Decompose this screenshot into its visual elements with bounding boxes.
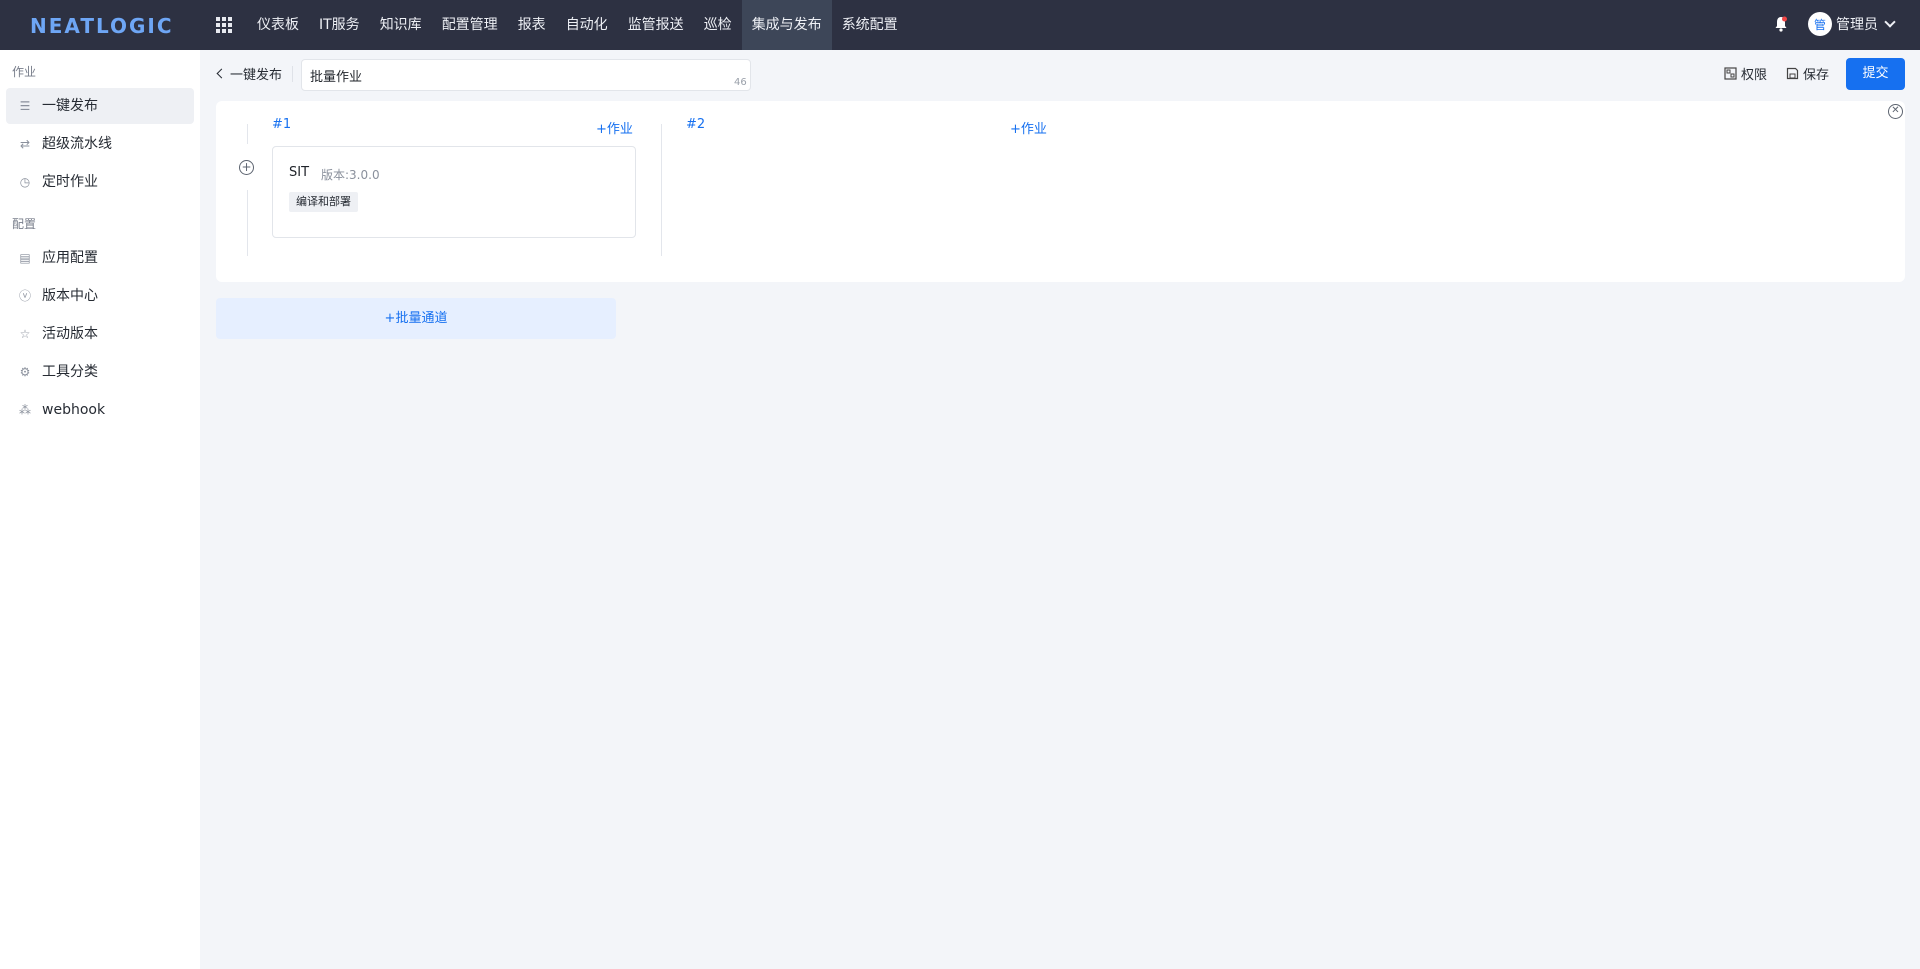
title-char-count: 46 (734, 77, 747, 88)
job-title-input[interactable] (301, 59, 751, 91)
plus-icon: + (384, 311, 396, 326)
nav-item-regulatory[interactable]: 监管报送 (618, 0, 694, 50)
nav-item-automation[interactable]: 自动化 (556, 0, 618, 50)
save-button[interactable]: 保存 (1786, 64, 1829, 83)
sidebar-item-active-version[interactable]: ☆ 活动版本 (6, 316, 194, 352)
sidebar-item-label: 活动版本 (42, 326, 98, 342)
submit-button[interactable]: 提交 (1846, 58, 1905, 90)
save-label: 保存 (1803, 68, 1830, 83)
sidebar-item-label: 工具分类 (42, 364, 98, 380)
close-icon[interactable]: ✕ (1888, 104, 1903, 119)
plus-icon: + (596, 122, 607, 137)
star-icon: ☆ (19, 327, 31, 341)
sidebar-group-jobs: 作业 (12, 65, 37, 79)
nav-item-it-service[interactable]: IT服务 (309, 0, 370, 50)
sidebar-item-webhook[interactable]: ⁂ webhook (6, 392, 194, 428)
nav-item-deploy[interactable]: 集成与发布 (741, 0, 832, 50)
top-navbar: NEATLOGIC 仪表板 IT服务 知识库 配置管理 报表 自动化 监管报送 … (0, 0, 1920, 50)
sidebar-item-version-center[interactable]: ⓥ 版本中心 (6, 278, 194, 314)
nav-item-knowledge[interactable]: 知识库 (370, 0, 432, 50)
save-icon (1786, 67, 1799, 80)
divider (292, 66, 293, 82)
sidebar-item-label: 超级流水线 (42, 136, 112, 152)
avatar: 管 (1808, 12, 1832, 36)
nav-item-inspection[interactable]: 巡检 (694, 0, 742, 50)
sidebar-item-scheduled-job[interactable]: ◷ 定时作业 (6, 164, 194, 200)
webhook-icon: ⁂ (19, 403, 31, 417)
nav-item-system[interactable]: 系统配置 (832, 0, 908, 50)
nav-item-report[interactable]: 报表 (508, 0, 556, 50)
sidebar-group-config: 配置 (12, 217, 37, 231)
back-link[interactable]: 一键发布 (216, 64, 283, 83)
bell-icon[interactable] (1772, 15, 1790, 33)
gear-icon: ⚙ (19, 365, 31, 379)
nav-item-dashboard[interactable]: 仪表板 (247, 0, 309, 50)
add-job-label: 作业 (1020, 122, 1047, 137)
main-nav: 仪表板 IT服务 知识库 配置管理 报表 自动化 监管报送 巡检 集成与发布 系… (247, 0, 908, 50)
chevron-left-icon (216, 68, 227, 79)
user-menu[interactable]: 管 管理员 (1808, 12, 1896, 36)
lane-title-1: #1 (272, 117, 292, 132)
sidebar-item-one-click-release[interactable]: ☰ 一键发布 (6, 88, 194, 124)
job-scenario-tag: 编译和部署 (289, 192, 358, 212)
add-batch-channel-button[interactable]: +批量通道 (216, 298, 616, 339)
add-job-button-lane-1[interactable]: +作业 (596, 118, 633, 137)
sidebar-item-tool-category[interactable]: ⚙ 工具分类 (6, 354, 194, 390)
back-label: 一键发布 (230, 68, 283, 83)
sidebar-item-label: 版本中心 (42, 288, 98, 304)
user-name: 管理员 (1836, 17, 1878, 33)
permission-button[interactable]: 权限 (1724, 64, 1767, 83)
job-card[interactable]: SIT 版本:3.0.0 编译和部署 (272, 146, 636, 238)
sidebar-item-app-config[interactable]: ▤ 应用配置 (6, 240, 194, 276)
lane-divider (661, 124, 662, 256)
sidebar-item-super-pipeline[interactable]: ⇄ 超级流水线 (6, 126, 194, 162)
app-grid-icon[interactable] (216, 17, 232, 33)
add-job-button-lane-2[interactable]: +作业 (1010, 118, 1047, 137)
sidebar-item-label: 定时作业 (42, 174, 98, 190)
document-icon: ▤ (19, 251, 31, 265)
clock-icon: ◷ (19, 175, 31, 189)
permission-label: 权限 (1741, 68, 1768, 83)
version-icon: ⓥ (18, 289, 31, 303)
sidebar-item-label: 一键发布 (42, 98, 98, 114)
lane-connector (247, 124, 248, 144)
app-logo[interactable]: NEATLOGIC (30, 14, 174, 38)
list-settings-icon: ☰ (19, 99, 31, 113)
add-job-label: 作业 (606, 122, 633, 137)
pipeline-icon: ⇄ (19, 137, 31, 151)
batch-channel-label: 批量通道 (395, 311, 448, 326)
chevron-down-icon (1884, 16, 1896, 28)
lane-title-2: #2 (686, 117, 706, 132)
plus-icon: + (1010, 122, 1021, 137)
sidebar-item-label: 应用配置 (42, 250, 98, 266)
nav-item-cmdb[interactable]: 配置管理 (432, 0, 508, 50)
job-env-name: SIT (289, 165, 310, 180)
permission-icon (1724, 67, 1737, 80)
job-version: 版本:3.0.0 (321, 168, 380, 182)
sidebar: 作业 ☰ 一键发布 ⇄ 超级流水线 ◷ 定时作业 配置 ▤ 应用配置 ⓥ 版本中… (0, 50, 200, 969)
lane-connector (247, 190, 248, 256)
add-lane-plus-icon[interactable]: + (239, 160, 254, 175)
sidebar-item-label: webhook (42, 402, 106, 418)
